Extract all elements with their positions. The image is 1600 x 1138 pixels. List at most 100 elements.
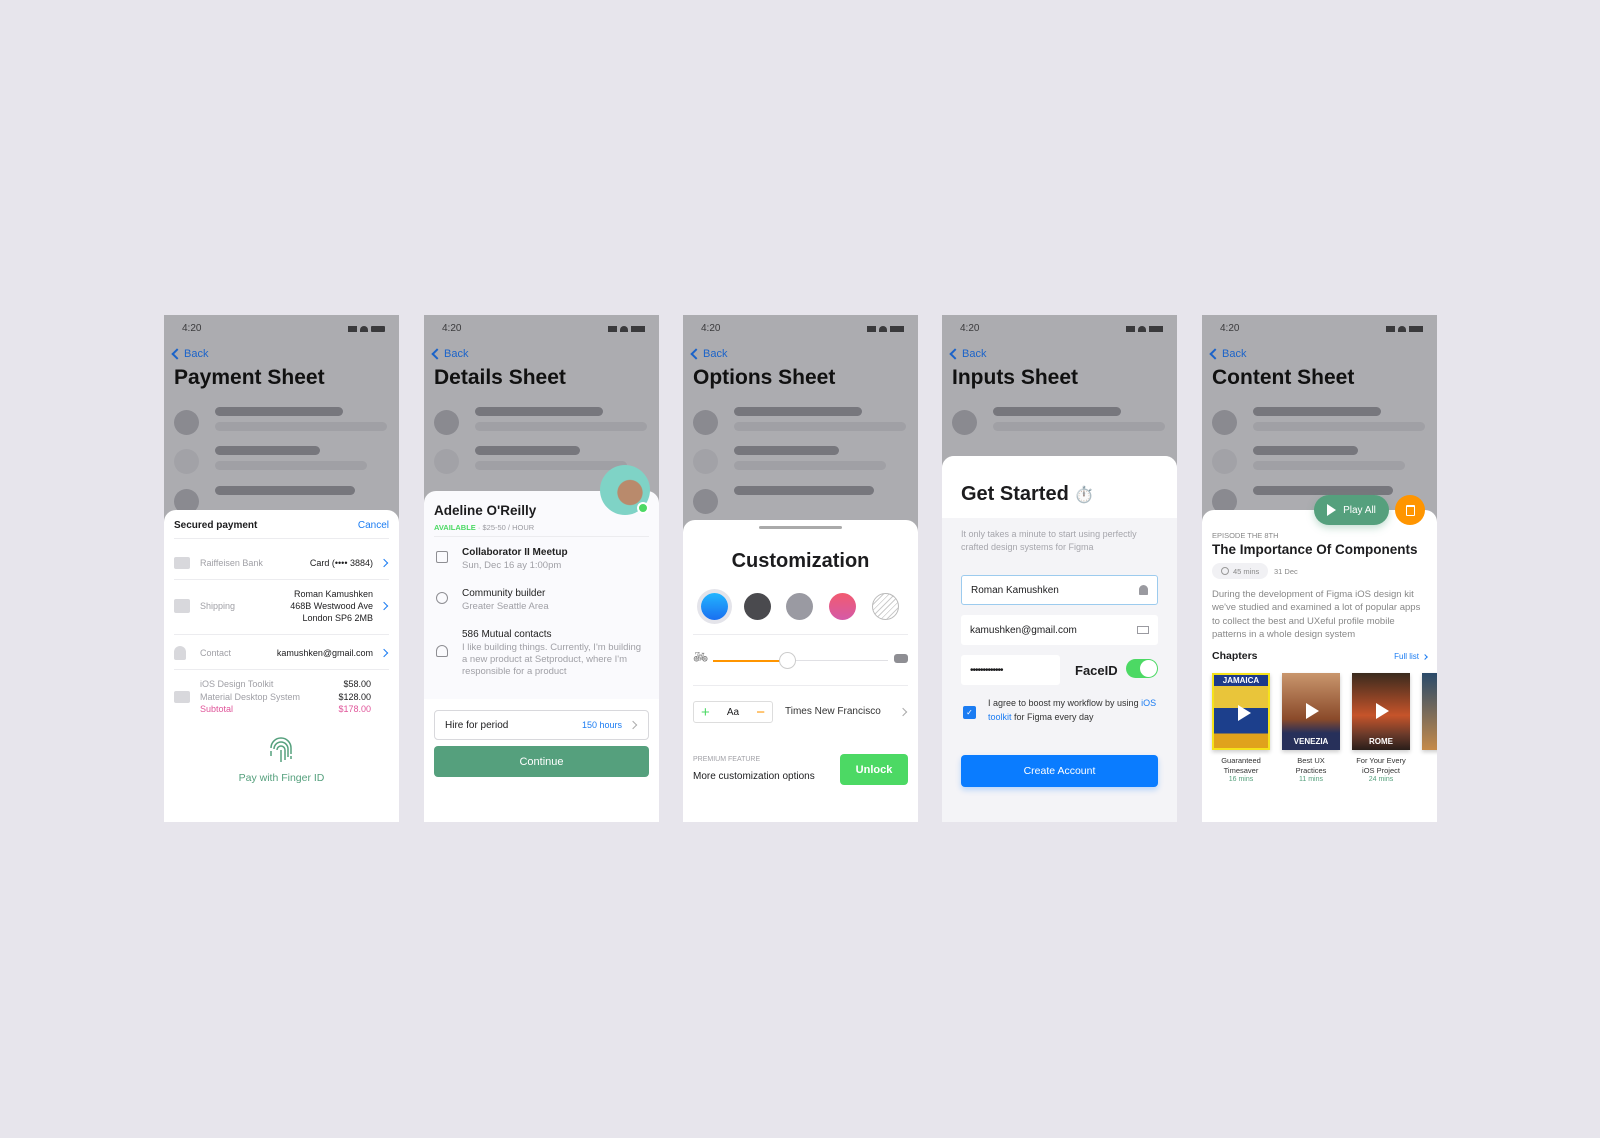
online-status-dot: [637, 502, 649, 514]
email-input[interactable]: kamushken@gmail.com: [961, 615, 1158, 645]
skeleton-row: [174, 407, 387, 435]
chapter-card[interactable]: C: [1422, 673, 1437, 766]
skeleton-row: [952, 407, 1165, 435]
contact-value: kamushken@gmail.com: [276, 648, 373, 658]
chapter-card[interactable]: VENEZIA Best UX Practices 11 mins: [1282, 673, 1340, 783]
chapter-poster[interactable]: [1422, 673, 1437, 750]
contact-row[interactable]: Contact kamushken@gmail.com: [174, 646, 389, 660]
continue-button[interactable]: Continue: [434, 746, 649, 777]
font-size-stepper[interactable]: + Aa −: [693, 701, 773, 723]
delete-button[interactable]: [1395, 495, 1425, 525]
episode-title: The Importance Of Components: [1212, 542, 1418, 557]
back-button[interactable]: Back: [689, 348, 727, 360]
agree-checkbox[interactable]: ✓: [963, 706, 976, 719]
font-size-label: Aa: [726, 706, 740, 718]
chevron-right-icon: [379, 601, 389, 611]
page-title: Payment Sheet: [174, 366, 325, 389]
chevron-right-icon: [379, 648, 389, 658]
car-icon: [894, 654, 908, 663]
person-icon: [436, 645, 448, 657]
page-title: Details Sheet: [434, 366, 566, 389]
inputs-sheet: Get Started ⏱️ It only takes a minute to…: [942, 456, 1177, 822]
chapter-poster[interactable]: VENEZIA: [1282, 673, 1340, 750]
font-picker[interactable]: Times New Francisco: [785, 706, 908, 717]
details-sheet: Adeline O'Reilly AVAILABLE · $25-50 / HO…: [424, 491, 659, 822]
time: 4:20: [182, 323, 202, 334]
password-input[interactable]: •••••••••••••: [961, 655, 1060, 685]
box-icon: [174, 599, 190, 613]
slider-knob[interactable]: [778, 652, 796, 669]
shipping-row[interactable]: Shipping Roman Kamushken 468B Westwood Ave…: [174, 588, 389, 624]
skeleton-row: [693, 486, 906, 514]
minus-icon[interactable]: −: [756, 704, 765, 721]
back-label: Back: [703, 348, 728, 360]
bank-label: Raiffeisen Bank: [200, 558, 263, 568]
plus-icon[interactable]: +: [701, 704, 710, 721]
full-list-link[interactable]: Full list: [1394, 652, 1428, 661]
person-icon: [174, 646, 186, 660]
status-bar: 4:20: [1220, 323, 1423, 334]
detail-item: Collaborator II Meetup Sun, Dec 16 ay 1:0…: [434, 545, 647, 572]
chapter-poster[interactable]: JAMAICA: [1212, 673, 1270, 750]
back-button[interactable]: Back: [430, 348, 468, 360]
chapter-card[interactable]: ROME For Your Every iOS Project 24 mins: [1352, 673, 1410, 783]
detail-item: 586 Mutual contacts I like building thing…: [434, 627, 647, 678]
color-swatch-blue[interactable]: [701, 593, 728, 620]
status-bar: 4:20: [701, 323, 904, 334]
poster-text: JAMAICA: [1222, 676, 1260, 685]
hire-period-field[interactable]: Hire for period 150 hours: [434, 710, 649, 740]
contact-label: Contact: [200, 648, 232, 658]
back-label: Back: [184, 348, 209, 360]
availability: AVAILABLE · $25-50 / HOUR: [434, 523, 535, 532]
pay-with-finger-id-button[interactable]: Pay with Finger ID: [164, 772, 399, 784]
speed-slider[interactable]: [713, 652, 888, 669]
order-summary: iOS Design Toolkit Material Desktop Syste…: [174, 678, 387, 716]
poster-text: ROME: [1369, 737, 1393, 746]
faceid-toggle[interactable]: [1126, 659, 1158, 678]
detail-item: Community builder Greater Seattle Area: [434, 586, 647, 613]
back-button[interactable]: Back: [1208, 348, 1246, 360]
page-title: Content Sheet: [1212, 366, 1355, 389]
name-input[interactable]: Roman Kamushken: [961, 575, 1158, 605]
content-sheet-screen: 4:20 Back Content Sheet EPISODE THE 8TH …: [1202, 315, 1437, 822]
color-swatch-none[interactable]: [872, 593, 899, 620]
unlock-button[interactable]: Unlock: [840, 754, 908, 785]
back-button[interactable]: Back: [948, 348, 986, 360]
chapter-title: Guaranteed Timesaver: [1221, 756, 1261, 775]
play-icon: [1238, 705, 1251, 721]
options-sheet: Customization 🚲︎ + Aa − Times New Francisc…: [683, 520, 918, 822]
chapters-heading: Chapters: [1212, 650, 1258, 662]
play-all-button[interactable]: Play All: [1314, 495, 1389, 525]
agree-text: I agree to boost my workflow by using iO…: [988, 698, 1157, 722]
fingerprint-icon[interactable]: [268, 736, 294, 764]
chapter-card[interactable]: JAMAICA Guaranteed Timesaver 16 mins: [1212, 673, 1270, 783]
status-icons: [1126, 323, 1163, 334]
episode-date: 31 Dec: [1274, 567, 1298, 576]
duration-chip: 45 mins: [1212, 563, 1269, 579]
chapter-title: For Your Every iOS Project: [1356, 756, 1406, 775]
back-button[interactable]: Back: [170, 348, 208, 360]
payment-sheet-screen: 4:20 Back Payment Sheet Secured payment …: [164, 315, 399, 822]
time: 4:20: [701, 323, 721, 334]
sheet-title: Secured payment: [174, 520, 258, 531]
bank-row[interactable]: Raiffeisen Bank Card (•••• 3884): [174, 557, 389, 569]
chevron-left-icon: [949, 348, 961, 360]
cancel-button[interactable]: Cancel: [358, 520, 389, 531]
payment-sheet: Secured payment Cancel Raiffeisen Bank Ca…: [164, 510, 399, 822]
chapter-poster[interactable]: ROME: [1352, 673, 1410, 750]
stopwatch-icon: ⏱️: [1074, 487, 1095, 504]
cart-icon: [174, 690, 190, 703]
episode-description: During the development of Figma iOS desi…: [1212, 589, 1421, 640]
skeleton-row: [1212, 407, 1425, 435]
color-swatch-gray[interactable]: [786, 593, 813, 620]
color-swatch-pink[interactable]: [829, 593, 856, 620]
status-bar: 4:20: [960, 323, 1163, 334]
clock-icon: [1221, 567, 1229, 575]
chapter-title: Best UX Practices: [1295, 756, 1327, 775]
shipping-label: Shipping: [200, 601, 236, 611]
poster-text: VENEZIA: [1293, 737, 1329, 746]
create-account-button[interactable]: Create Account: [961, 755, 1158, 787]
back-label: Back: [1222, 348, 1247, 360]
drag-handle[interactable]: [759, 526, 842, 529]
color-swatch-dark[interactable]: [744, 593, 771, 620]
